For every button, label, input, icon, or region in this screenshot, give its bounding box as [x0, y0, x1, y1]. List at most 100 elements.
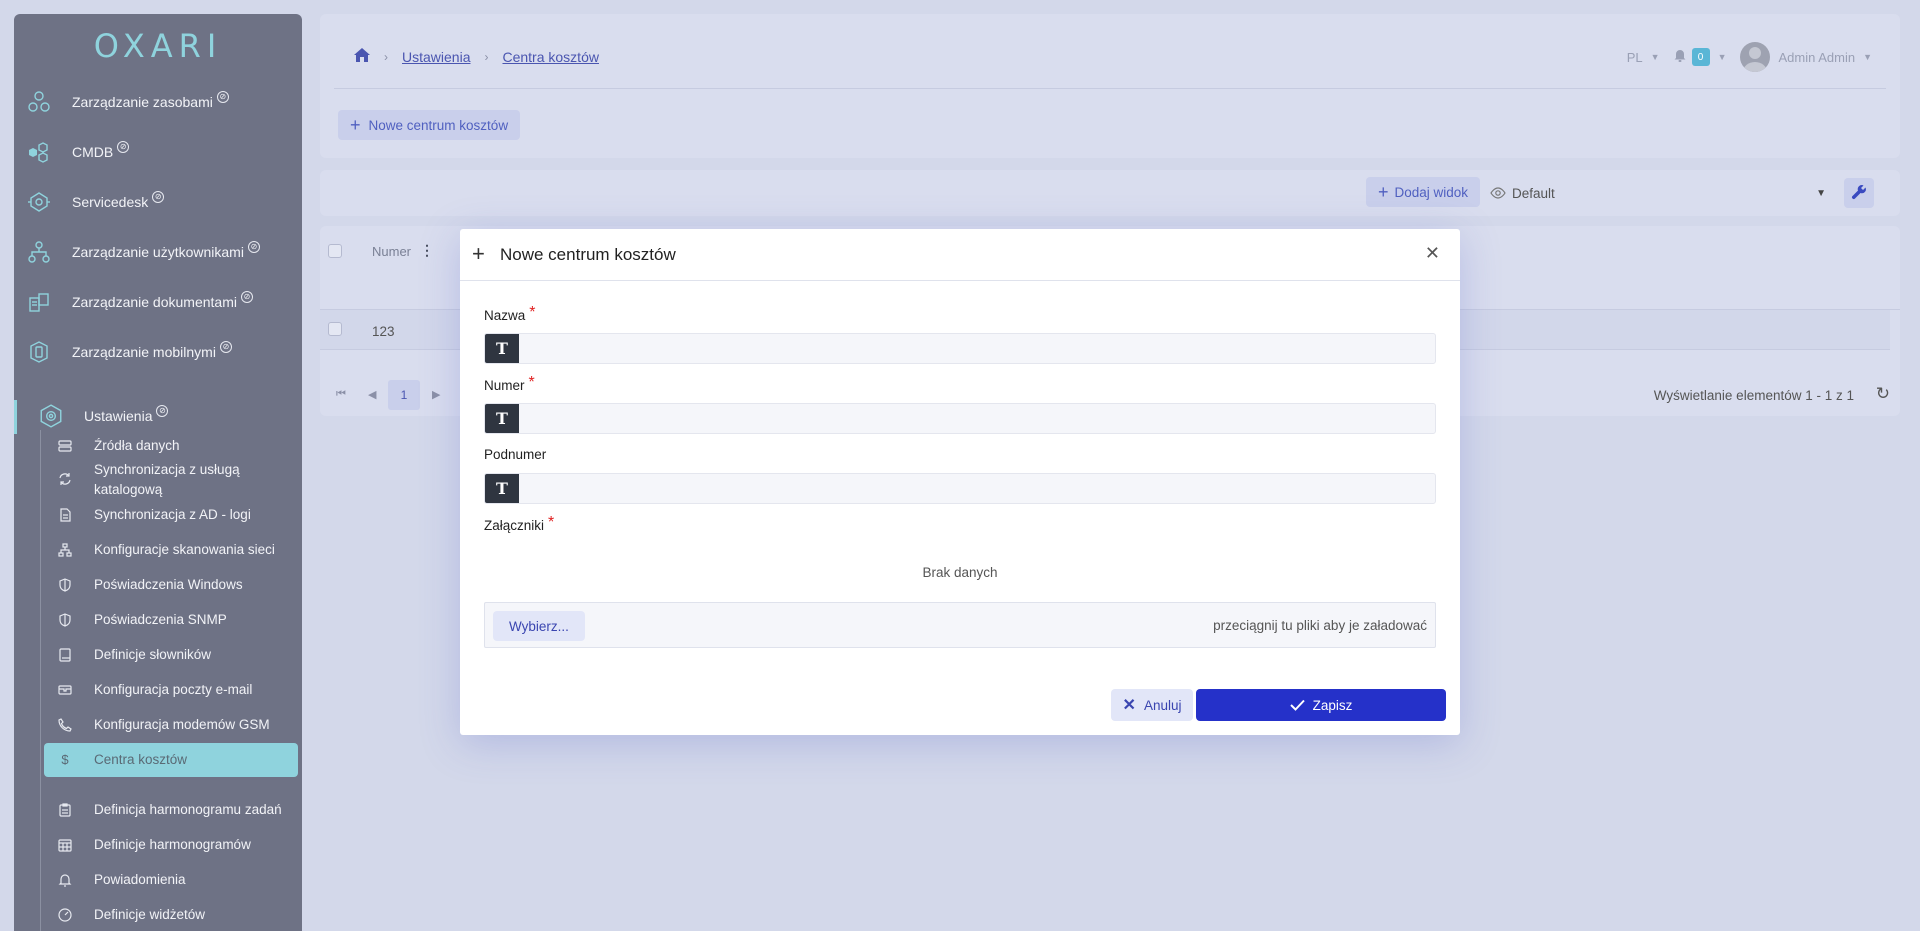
subitem-centra-kosztow[interactable]: $ Centra kosztów	[44, 743, 298, 777]
row-checkbox[interactable]	[328, 322, 342, 336]
file-dropzone[interactable]: Wybierz... przeciągnij tu pliki aby je z…	[484, 602, 1436, 648]
avatar[interactable]	[1740, 42, 1771, 72]
sidebar-item-dokumenty[interactable]: Zarządzanie dokumentami ⊘	[14, 282, 302, 322]
chevron-down-icon[interactable]: ▼	[1863, 52, 1872, 62]
text-type-icon: T	[485, 404, 519, 433]
bell-icon[interactable]	[1674, 49, 1686, 65]
pagination-info: Wyświetlanie elementów 1 - 1 z 1	[1653, 388, 1854, 403]
dialog-title: Nowe centrum kosztów	[500, 245, 676, 264]
sidebar-item-servicedesk[interactable]: Servicedesk ⊘	[14, 182, 302, 222]
gauge-icon: ⊘	[240, 291, 253, 303]
eye-icon	[1490, 187, 1506, 199]
label-nazwa: Nazwa *	[484, 304, 536, 323]
subitem-zrodla-danych[interactable]: Źródła danych	[58, 436, 302, 456]
subitem-poczta-email[interactable]: Konfiguracja poczty e-mail	[58, 680, 302, 700]
select-all-checkbox[interactable]	[328, 244, 342, 258]
sidebar-item-ustawienia[interactable]: Ustawienia ⊘	[16, 396, 302, 436]
required-marker: *	[548, 514, 555, 531]
clipboard-icon	[58, 803, 72, 817]
subitem-label: Definicje słowników	[94, 647, 212, 662]
next-page-icon[interactable]: ▶	[432, 388, 440, 401]
view-bar: + Dodaj widok Default ▼	[320, 170, 1900, 216]
user-name[interactable]: Admin Admin	[1778, 50, 1855, 65]
close-icon: ✕	[1122, 697, 1136, 714]
new-cost-center-button[interactable]: + Nowe centrum kosztów	[338, 110, 521, 140]
sidebar-item-label: CMDB	[72, 144, 114, 160]
file-icon	[58, 508, 72, 522]
column-menu-icon[interactable]: ⋮	[420, 242, 434, 259]
notification-count[interactable]: 0	[1691, 48, 1710, 66]
subitem-definicje-slownikow[interactable]: Definicje słowników	[58, 645, 302, 665]
numer-input[interactable]	[525, 404, 1425, 433]
view-select[interactable]: Default ▼	[1490, 178, 1834, 208]
button-label: Nowe centrum kosztów	[368, 117, 509, 133]
first-page-icon[interactable]: ⏮	[336, 388, 346, 401]
oxari-logo[interactable]: OXARI	[14, 14, 302, 78]
home-icon[interactable]	[354, 48, 370, 65]
subitem-definicje-harmonogramow[interactable]: Definicje harmonogramów	[58, 835, 302, 855]
wrench-button[interactable]	[1844, 178, 1874, 208]
subitem-skanowanie-sieci[interactable]: Konfiguracje skanowania sieci	[58, 540, 302, 560]
prev-page-icon[interactable]: ◀	[368, 388, 376, 401]
subitem-label: Poświadczenia Windows	[94, 577, 243, 592]
subitem-harmonogram-zadan[interactable]: Definicja harmonogramu zadań	[58, 800, 302, 820]
top-right-controls: PL ▼ 0 ▼ Admin Admin ▼	[1627, 42, 1872, 72]
refresh-icon[interactable]: ↻	[1876, 384, 1890, 404]
subitem-powiadomienia[interactable]: Powiadomienia	[58, 870, 302, 890]
chevron-down-icon: ▼	[1816, 187, 1826, 199]
column-header-numer[interactable]: Numer	[372, 244, 411, 259]
podnumer-field[interactable]: T	[484, 473, 1436, 504]
language-selector[interactable]: PL	[1627, 50, 1643, 65]
subitem-label: Konfiguracje skanowania sieci	[94, 542, 275, 557]
required-marker: *	[529, 304, 536, 321]
numer-field[interactable]: T	[484, 403, 1436, 434]
chevron-down-icon[interactable]: ▼	[1651, 52, 1660, 62]
button-label: Anuluj	[1143, 697, 1182, 713]
close-icon[interactable]: ✕	[1425, 243, 1440, 264]
subitem-poswiadczenia-windows[interactable]: Poświadczenia Windows	[58, 575, 302, 595]
sidebar-item-mobilne[interactable]: Zarządzanie mobilnymi ⊘	[14, 332, 302, 372]
calendar-icon	[58, 838, 72, 852]
settings-gear-icon	[38, 403, 64, 429]
nazwa-input[interactable]	[525, 334, 1425, 363]
subitem-sync-katalog[interactable]: Synchronizacja z usługą katalogową	[58, 460, 302, 500]
breadcrumb-ustawienia[interactable]: Ustawienia	[402, 49, 470, 65]
subitem-label: Konfiguracja modemów GSM	[94, 717, 270, 732]
podnumer-input[interactable]	[525, 474, 1425, 503]
add-view-button[interactable]: + Dodaj widok	[1366, 177, 1481, 207]
chevron-down-icon[interactable]: ▼	[1718, 52, 1727, 62]
servicedesk-icon	[26, 189, 52, 215]
subitem-sync-ad-logi[interactable]: Synchronizacja z AD - logi	[58, 505, 302, 525]
subitem-label: Powiadomienia	[94, 872, 186, 887]
sidebar-item-uzytkownicy[interactable]: Zarządzanie użytkownikami ⊘	[14, 232, 302, 272]
header-panel: › Ustawienia › Centra kosztów PL ▼ 0 ▼ A…	[320, 14, 1900, 158]
subitem-definicje-widzetow[interactable]: Definicje widżetów	[58, 905, 302, 925]
dollar-icon: $	[61, 752, 69, 767]
shield-icon	[58, 613, 72, 627]
save-button[interactable]: Zapisz	[1196, 689, 1446, 721]
tree-line	[40, 430, 41, 931]
divider	[334, 88, 1886, 89]
page-number[interactable]: 1	[388, 380, 420, 410]
plus-icon: +	[350, 114, 361, 135]
no-data-text: Brak danych	[922, 565, 998, 580]
mailbox-icon	[58, 683, 72, 697]
nazwa-field[interactable]: T	[484, 333, 1436, 364]
sidebar-item-cmdb[interactable]: CMDB ⊘	[14, 132, 302, 172]
sidebar-item-label: Zarządzanie dokumentami	[72, 294, 237, 310]
subitem-modemy-gsm[interactable]: Konfiguracja modemów GSM	[58, 715, 302, 735]
subitem-poswiadczenia-snmp[interactable]: Poświadczenia SNMP	[58, 610, 302, 630]
choose-file-button[interactable]: Wybierz...	[493, 611, 585, 641]
cubes-icon	[26, 89, 52, 115]
subitem-label: Synchronizacja z usługą katalogową	[94, 462, 240, 497]
new-cost-center-dialog: + Nowe centrum kosztów ✕ Nazwa * T Numer *…	[460, 229, 1460, 735]
sidebar-item-label: Zarządzanie użytkownikami	[72, 244, 244, 260]
sidebar-item-label: Zarządzanie zasobami	[72, 94, 213, 110]
sidebar-item-zasoby[interactable]: Zarządzanie zasobami ⊘	[14, 82, 302, 122]
plus-icon: +	[1378, 181, 1389, 202]
shield-icon	[58, 578, 72, 592]
cancel-button[interactable]: ✕ Anuluj	[1111, 689, 1193, 721]
breadcrumb-centra-kosztow[interactable]: Centra kosztów	[502, 49, 598, 65]
gauge-icon	[58, 908, 72, 922]
dialog-header: + Nowe centrum kosztów ✕	[460, 229, 1460, 281]
